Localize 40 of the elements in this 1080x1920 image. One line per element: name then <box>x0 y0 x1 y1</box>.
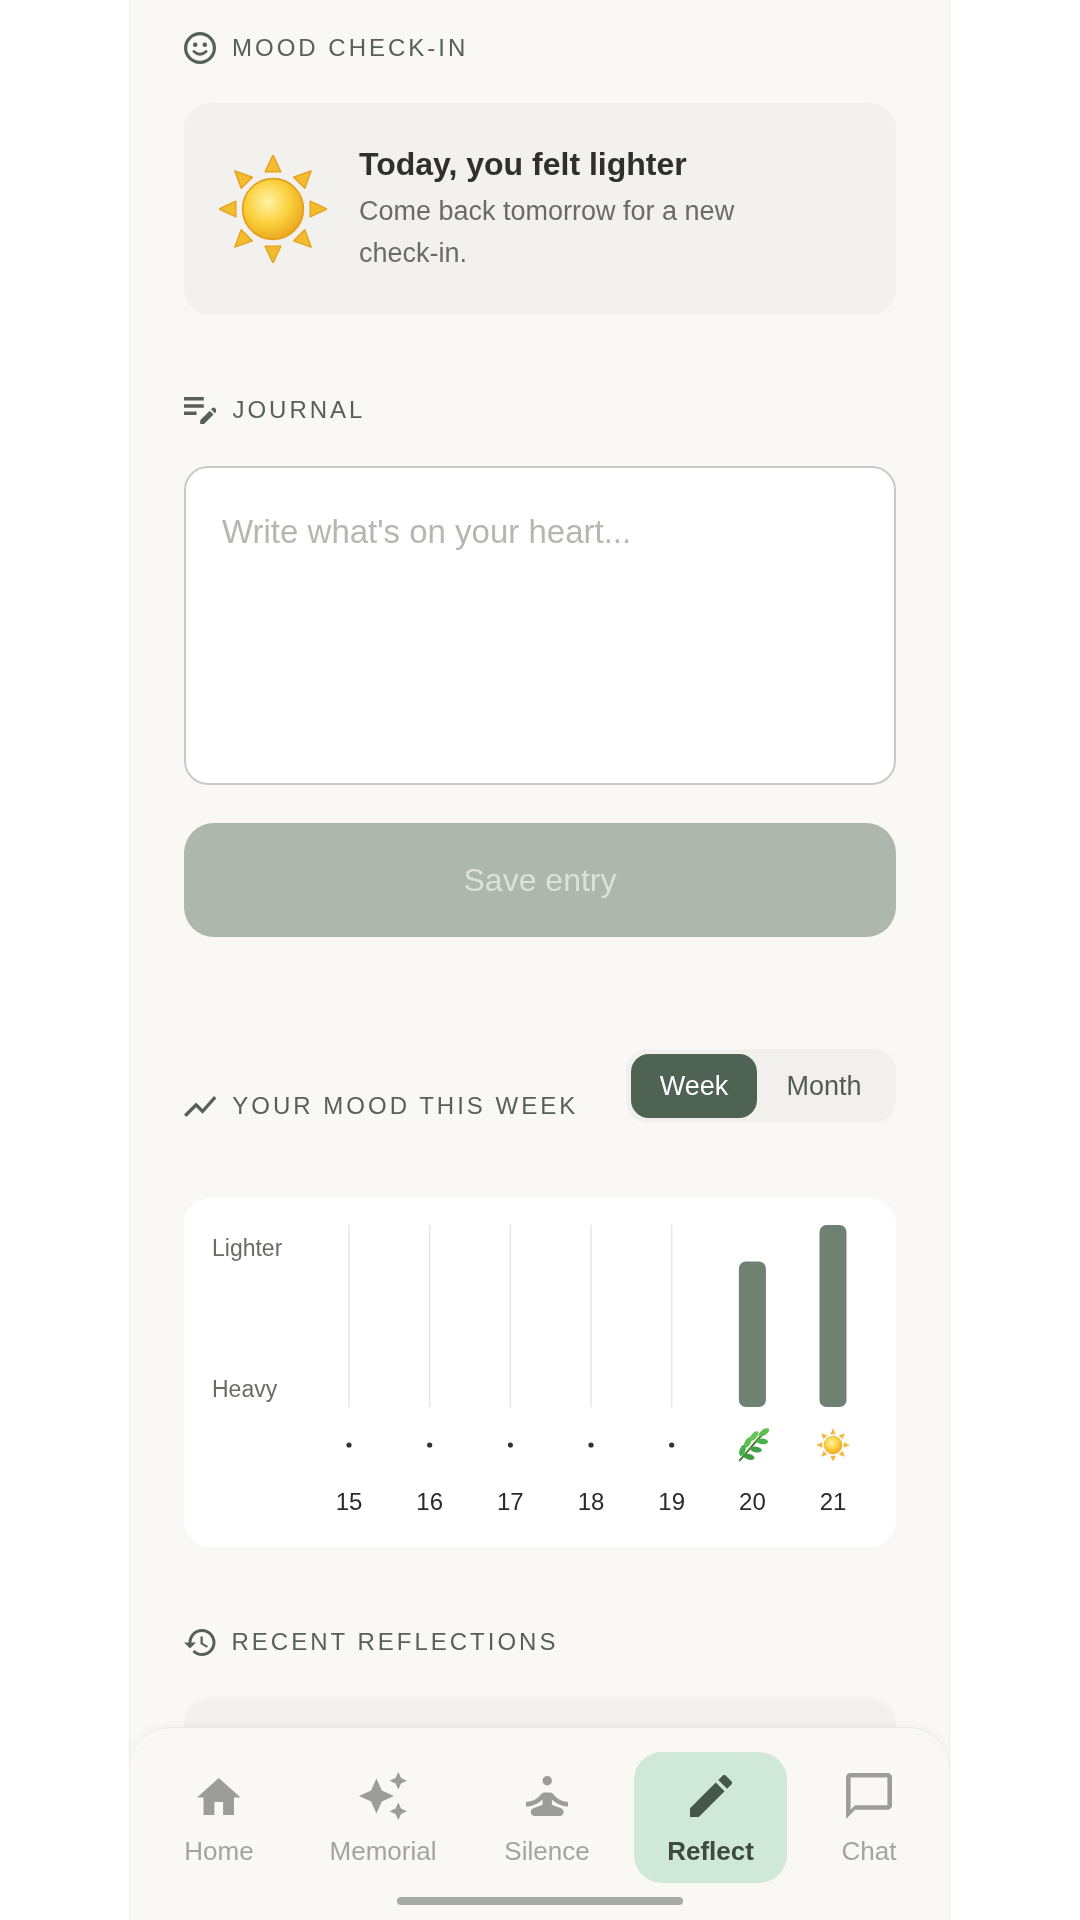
nav-tab[interactable]: Silence <box>470 1752 624 1883</box>
sparkles-icon <box>359 1772 407 1820</box>
day-label: 19 <box>658 1487 686 1515</box>
smiley-icon <box>184 32 216 64</box>
section-title: JOURNAL <box>232 395 366 425</box>
mood-headline: Today, you felt lighter <box>359 145 688 184</box>
day-label: 20 <box>739 1487 766 1515</box>
journal-text-field[interactable]: Write what's on your heart... <box>184 466 896 785</box>
meditation-icon <box>525 1776 569 1816</box>
leaf-icon <box>737 1426 771 1461</box>
scale-label: Heavy <box>212 1376 278 1402</box>
nav-tab[interactable]: Memorial <box>306 1752 460 1883</box>
trend-line-icon <box>184 1095 217 1117</box>
day-label: 16 <box>416 1487 444 1515</box>
dot-icon <box>588 1442 594 1448</box>
note-pencil-icon <box>184 396 217 424</box>
history-icon <box>184 1628 216 1656</box>
dot-icon <box>669 1442 675 1448</box>
dot-icon <box>507 1442 513 1448</box>
home-icon <box>197 1777 241 1815</box>
nav-tab[interactable]: Chat <box>797 1752 941 1883</box>
period-tab[interactable]: Week <box>631 1054 757 1118</box>
day-label: 18 <box>577 1487 605 1515</box>
nav-tab[interactable]: Reflect <box>634 1752 787 1883</box>
day-label: 21 <box>819 1487 847 1515</box>
section-title: MOOD CHECK-IN <box>232 33 469 63</box>
mood-message: Come back tomorrow for a new check-in. <box>359 195 736 270</box>
day-label: 17 <box>496 1487 524 1515</box>
sun-icon <box>817 1429 849 1461</box>
chat-bubble-icon <box>846 1773 892 1819</box>
section-title: RECENT REFLECTIONS <box>231 1627 559 1657</box>
period-tab[interactable]: Month <box>757 1054 891 1118</box>
scale-label: Lighter <box>212 1235 283 1261</box>
dot-icon <box>427 1442 433 1448</box>
sun-icon <box>219 155 327 263</box>
day-label: 15 <box>335 1487 363 1515</box>
pencil-icon <box>689 1775 732 1817</box>
nav-tab[interactable]: Home <box>142 1752 296 1883</box>
dot-icon <box>346 1442 352 1448</box>
section-title: YOUR MOOD THIS WEEK <box>232 1091 579 1121</box>
